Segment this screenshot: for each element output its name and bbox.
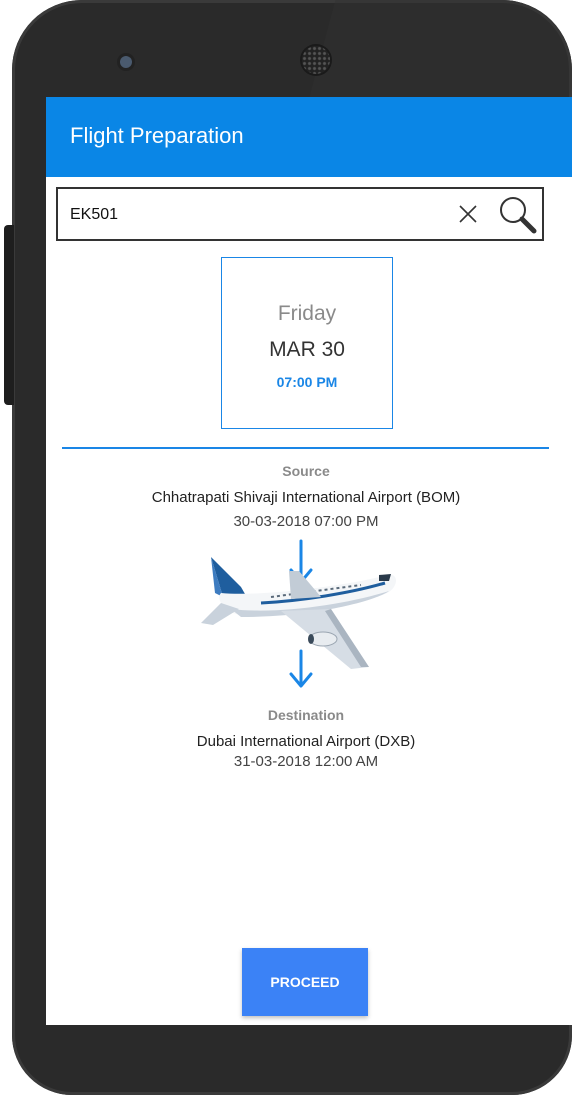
source-datetime: 30-03-2018 07:00 PM xyxy=(233,513,379,530)
destination-datetime: 31-03-2018 12:00 AM xyxy=(233,753,379,770)
search-bar xyxy=(56,187,544,241)
earpiece-speaker xyxy=(302,46,330,74)
destination-label: Destination xyxy=(267,707,345,723)
flight-day: Friday xyxy=(277,302,337,325)
side-button xyxy=(4,225,14,405)
destination-airport: Dubai International Airport (DXB) xyxy=(196,733,416,750)
page-title: Flight Preparation xyxy=(70,123,244,148)
front-camera xyxy=(120,56,132,68)
app-bar: Flight Preparation xyxy=(46,97,572,177)
flight-date: MAR 30 xyxy=(269,338,345,361)
app-screen: Flight Preparation Friday MAR 30 07:00 P… xyxy=(46,97,572,1025)
flight-time: 07:00 PM xyxy=(276,374,338,390)
flight-search-input[interactable] xyxy=(68,202,432,228)
source-airport: Chhatrapati Shivaji International Airpor… xyxy=(151,489,461,506)
flight-date-card: Friday MAR 30 07:00 PM xyxy=(221,257,393,429)
source-label: Source xyxy=(282,463,330,479)
divider xyxy=(62,447,549,449)
clear-icon[interactable] xyxy=(457,203,479,225)
phone-gloss xyxy=(308,0,572,100)
proceed-button[interactable]: PROCEED xyxy=(242,948,368,1016)
arrow-down-icon xyxy=(289,649,313,688)
search-icon[interactable] xyxy=(496,193,540,235)
